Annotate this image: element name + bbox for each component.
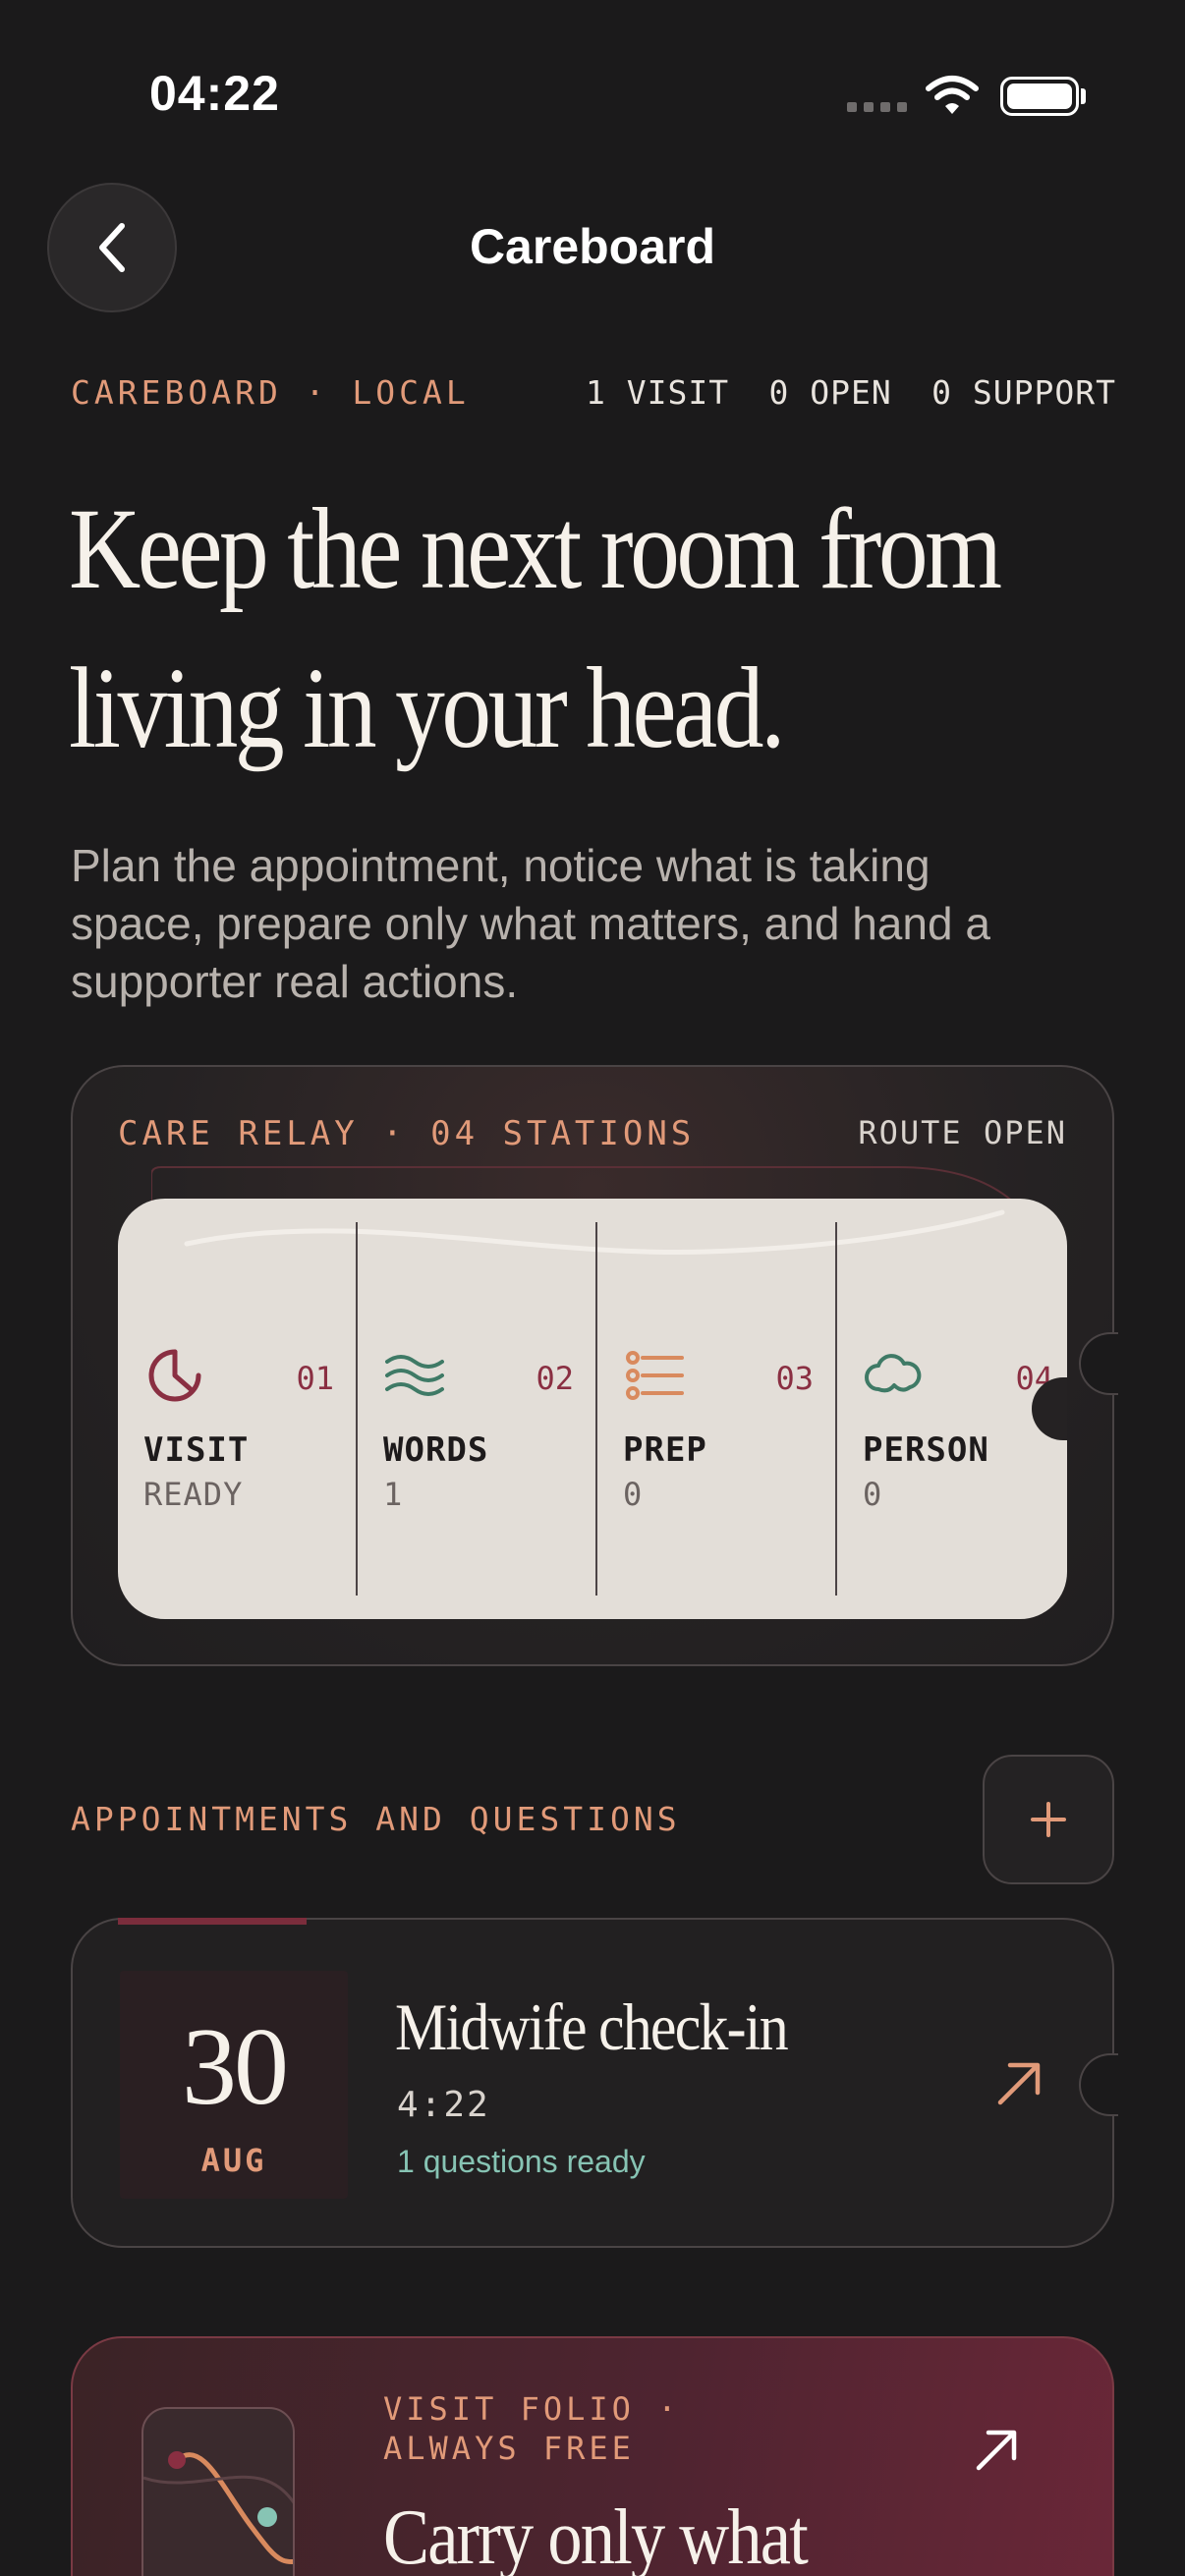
folio-label: VISIT FOLIO · ALWAYS FREE [383,2390,681,2467]
station-number: 01 [296,1360,334,1397]
stat-open: 0 OPEN [768,373,892,412]
station-number: 03 [775,1360,814,1397]
appointment-time: 4:22 [397,2085,490,2125]
station-words[interactable]: 02 WORDS 1 [358,1222,595,1596]
arrow-up-right-icon[interactable] [973,2427,1020,2474]
clock-pie-icon [148,1349,201,1402]
wifi-icon [926,75,979,116]
station-value: 1 [383,1476,404,1513]
headline: Keep the next room from living in your h… [69,470,1002,788]
plus-icon [1031,1802,1066,1837]
headline-line-2: living in your head. [69,644,785,772]
folio-title: Carry only what [383,2494,809,2576]
relay-label: CARE RELAY · 04 STATIONS [118,1114,696,1153]
cloud-person-icon [865,1354,922,1393]
appointment-accent-bar [118,1918,307,1925]
brand-label: CAREBOARD · LOCAL [71,373,470,412]
folio-curve-graphic [143,2451,293,2564]
station-name: PREP [623,1430,707,1470]
stat-visits: 1 VISIT [586,373,730,412]
station-prep[interactable]: 03 PREP 0 [597,1222,835,1596]
appointment-title: Midwife check-in [395,1989,789,2064]
station-name: VISIT [143,1430,250,1470]
relay-stations-panel: 01 VISIT READY 02 WORDS 1 03 PREP 0 04 P… [118,1199,1067,1619]
appointment-questions: 1 questions ready [397,2144,646,2179]
appointments-section-label: APPOINTMENTS AND QUESTIONS [71,1800,681,1838]
status-time: 04:22 [149,66,280,121]
cellular-signal-icon [847,102,908,114]
appointment-day: 30 [182,2006,289,2128]
relay-status: ROUTE OPEN [858,1114,1067,1151]
stats-row: 1 VISIT 0 OPEN 0 SUPPORT [586,373,1116,412]
station-number: 02 [536,1360,574,1397]
intro-text: Plan the appointment, notice what is tak… [71,840,990,1007]
add-appointment-button[interactable] [983,1755,1114,1884]
station-name: WORDS [383,1430,489,1470]
stat-support: 0 SUPPORT [931,373,1116,412]
battery-icon [1000,77,1079,116]
station-value: READY [143,1476,244,1513]
folio-thumbnail [141,2407,295,2576]
battery-cap [1081,88,1086,104]
station-visit[interactable]: 01 VISIT READY [118,1222,356,1596]
station-name: PERSON [863,1430,989,1470]
checklist-icon [626,1351,684,1400]
waves-icon [385,1355,444,1396]
appointment-month: AUG [200,2142,267,2179]
headline-line-1: Keep the next room from [69,484,1002,613]
page-title: Careboard [469,219,716,274]
station-value: 0 [863,1476,883,1513]
station-value: 0 [623,1476,644,1513]
arrow-up-right-icon[interactable] [992,2057,1045,2110]
